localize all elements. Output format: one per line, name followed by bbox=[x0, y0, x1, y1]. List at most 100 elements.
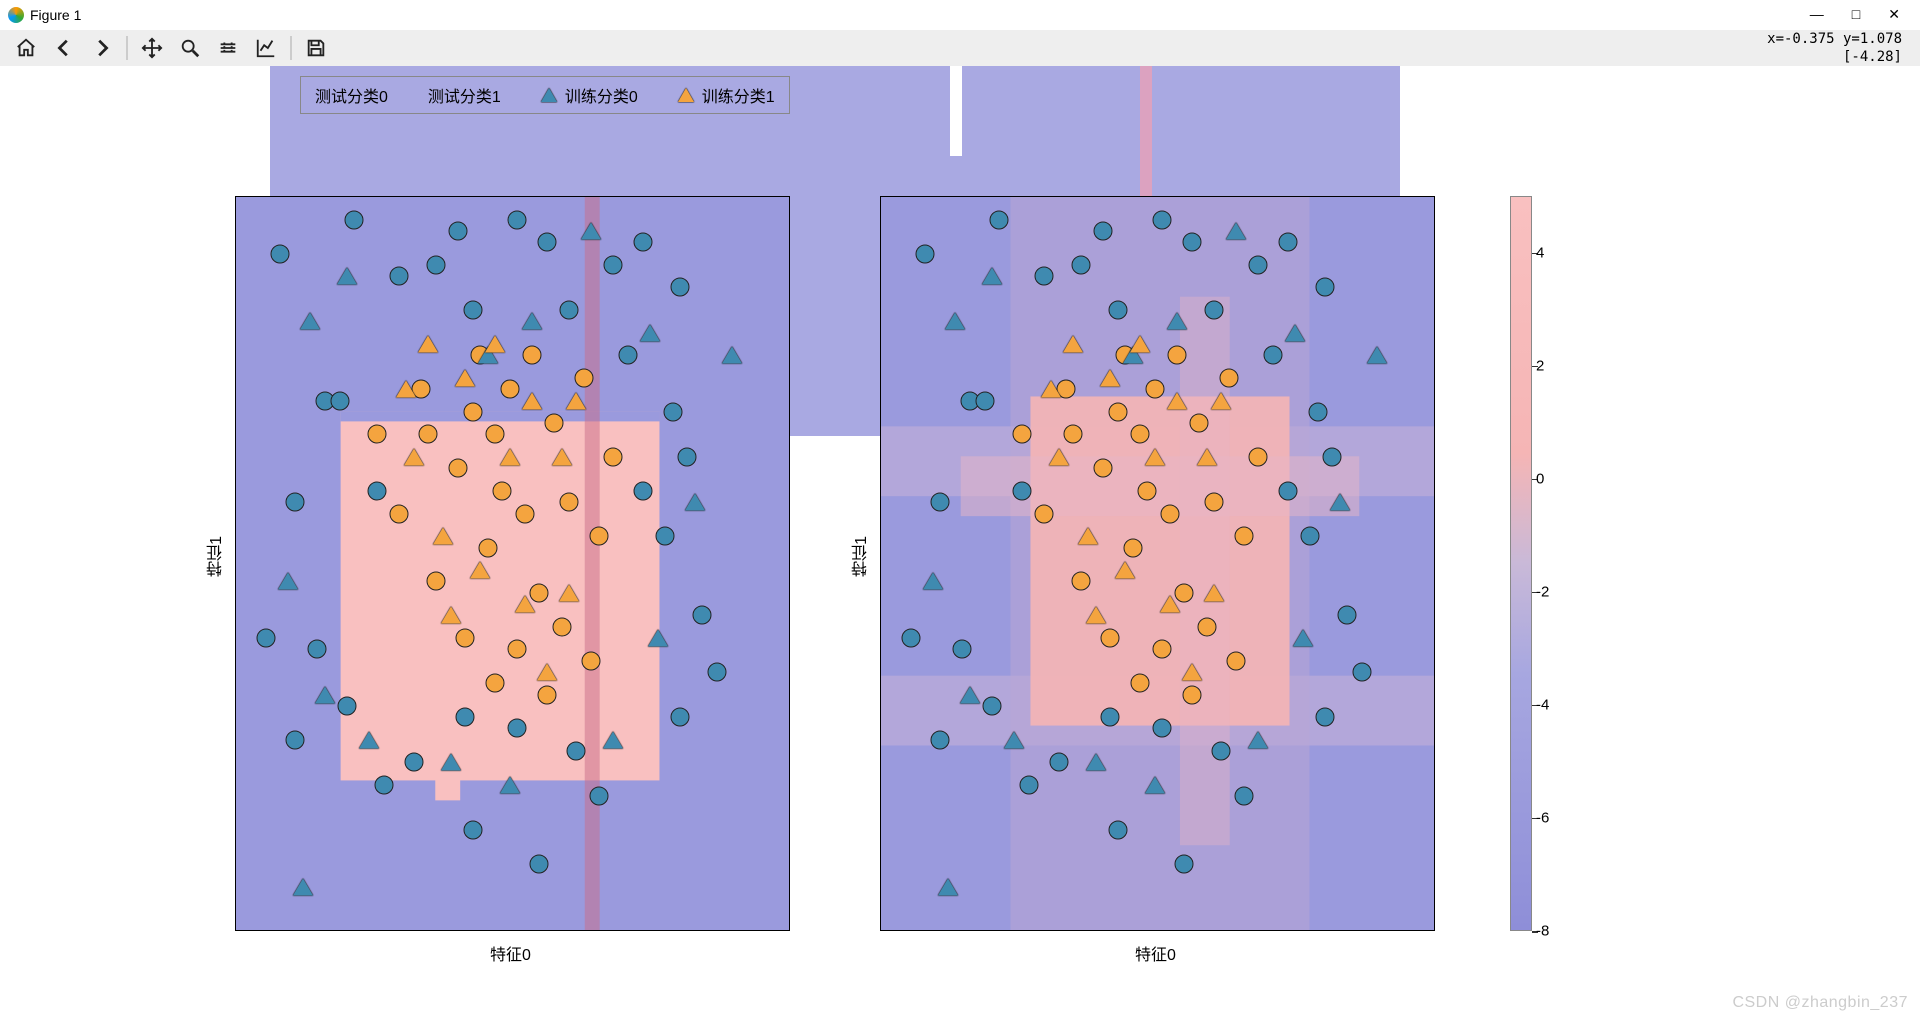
triangle-blue-marker bbox=[1285, 324, 1305, 341]
triangle-orange-marker bbox=[1160, 596, 1180, 613]
coord-z: [-4.28] bbox=[1767, 48, 1902, 66]
circle-blue-marker bbox=[663, 402, 682, 421]
titlebar: Figure 1 bbox=[0, 0, 1920, 30]
circle-blue-marker bbox=[634, 482, 653, 501]
circle-orange-marker bbox=[582, 651, 601, 670]
circle-blue-marker bbox=[286, 730, 305, 749]
circle-orange-marker bbox=[515, 504, 534, 523]
circle-blue-marker bbox=[1153, 210, 1172, 229]
circle-blue-marker bbox=[604, 255, 623, 274]
circle-blue-marker bbox=[671, 278, 690, 297]
subplot-1-bg bbox=[236, 197, 789, 930]
circle-blue-marker bbox=[1101, 708, 1120, 727]
triangle-orange-marker bbox=[441, 607, 461, 624]
forward-button[interactable] bbox=[84, 32, 120, 64]
triangle-blue-marker bbox=[1367, 347, 1387, 364]
pan-button[interactable] bbox=[134, 32, 170, 64]
subplot-1[interactable] bbox=[235, 196, 790, 931]
circle-orange-marker bbox=[589, 527, 608, 546]
subplots-button[interactable] bbox=[210, 32, 246, 64]
triangle-blue-marker bbox=[982, 268, 1002, 285]
circle-orange-marker bbox=[1168, 346, 1187, 365]
circle-orange-marker bbox=[486, 425, 505, 444]
triangle-orange-marker bbox=[1115, 562, 1135, 579]
legend: 测试分类0 测试分类1 训练分类0 训练分类1 bbox=[300, 76, 790, 114]
circle-blue-marker bbox=[1182, 233, 1201, 252]
close-button[interactable]: ✕ bbox=[1888, 6, 1900, 23]
circle-blue-marker bbox=[901, 629, 920, 648]
matplotlib-icon bbox=[8, 7, 24, 23]
circle-blue-marker bbox=[1108, 821, 1127, 840]
legend-train0: 训练分类0 bbox=[541, 83, 638, 107]
circle-blue-marker bbox=[1071, 255, 1090, 274]
triangle-orange-marker bbox=[418, 336, 438, 353]
circle-orange-marker bbox=[1249, 448, 1268, 467]
circle-blue-marker bbox=[560, 301, 579, 320]
circle-blue-marker bbox=[308, 640, 327, 659]
circle-blue-marker bbox=[1234, 787, 1253, 806]
circle-orange-marker bbox=[500, 380, 519, 399]
circle-orange-marker bbox=[1153, 640, 1172, 659]
maximize-button[interactable]: □ bbox=[1852, 6, 1860, 23]
circle-orange-marker bbox=[1234, 527, 1253, 546]
circle-blue-marker bbox=[1249, 255, 1268, 274]
circle-orange-marker bbox=[1094, 459, 1113, 478]
triangle-orange-marker bbox=[396, 381, 416, 398]
figure-canvas[interactable]: 测试分类0 测试分类1 训练分类0 训练分类1 特征1 特征0 bbox=[0, 66, 1920, 1020]
circle-blue-marker bbox=[1153, 719, 1172, 738]
triangle-blue-marker bbox=[1145, 777, 1165, 794]
subplot-2-xlabel: 特征0 bbox=[1135, 941, 1176, 965]
circle-blue-marker bbox=[508, 210, 527, 229]
back-button[interactable] bbox=[46, 32, 82, 64]
triangle-blue-marker bbox=[1226, 222, 1246, 239]
circle-blue-marker bbox=[671, 708, 690, 727]
watermark: CSDN @zhangbin_237 bbox=[1732, 994, 1908, 1012]
save-button[interactable] bbox=[298, 32, 334, 64]
circle-blue-marker bbox=[367, 482, 386, 501]
triangle-blue-marker bbox=[581, 222, 601, 239]
circle-blue-marker bbox=[1012, 482, 1031, 501]
circle-orange-marker bbox=[1182, 685, 1201, 704]
legend-test0-label: 测试分类0 bbox=[315, 83, 388, 107]
subplot-2[interactable] bbox=[880, 196, 1435, 931]
triangle-blue-marker bbox=[923, 573, 943, 590]
circle-orange-marker bbox=[449, 459, 468, 478]
circle-blue-marker bbox=[330, 391, 349, 410]
circle-orange-marker bbox=[574, 368, 593, 387]
circle-blue-marker bbox=[931, 493, 950, 512]
subplot-1-ylabel: 特征1 bbox=[205, 536, 229, 577]
circle-blue-marker bbox=[1301, 527, 1320, 546]
circle-blue-marker bbox=[953, 640, 972, 659]
home-button[interactable] bbox=[8, 32, 44, 64]
circle-orange-marker bbox=[1108, 402, 1127, 421]
zoom-button[interactable] bbox=[172, 32, 208, 64]
circle-blue-marker bbox=[1316, 278, 1335, 297]
triangle-blue-marker bbox=[300, 313, 320, 330]
triangle-blue-marker bbox=[1167, 313, 1187, 330]
axes-button[interactable] bbox=[248, 32, 284, 64]
circle-blue-marker bbox=[589, 787, 608, 806]
circle-blue-marker bbox=[1094, 221, 1113, 240]
circle-orange-marker bbox=[1145, 380, 1164, 399]
triangle-blue-marker bbox=[500, 777, 520, 794]
subplot-2-ylabel: 特征1 bbox=[850, 536, 874, 577]
circle-blue-marker bbox=[693, 606, 712, 625]
triangle-orange-marker bbox=[1204, 584, 1224, 601]
circle-orange-marker bbox=[1227, 651, 1246, 670]
minimize-button[interactable]: — bbox=[1810, 6, 1824, 23]
circle-blue-marker bbox=[508, 719, 527, 738]
legend-train1-label: 训练分类1 bbox=[702, 83, 775, 107]
triangle-blue-marker bbox=[359, 731, 379, 748]
circle-orange-marker bbox=[486, 674, 505, 693]
triangle-orange-marker bbox=[1063, 336, 1083, 353]
circle-blue-marker bbox=[567, 742, 586, 761]
circle-blue-marker bbox=[634, 233, 653, 252]
triangle-orange-icon bbox=[678, 88, 694, 102]
circle-blue-marker bbox=[916, 244, 935, 263]
circle-blue-marker bbox=[256, 629, 275, 648]
circle-blue-marker bbox=[983, 696, 1002, 715]
triangle-blue-marker bbox=[1086, 754, 1106, 771]
circle-orange-marker bbox=[1138, 482, 1157, 501]
circle-orange-marker bbox=[456, 629, 475, 648]
circle-orange-marker bbox=[560, 493, 579, 512]
